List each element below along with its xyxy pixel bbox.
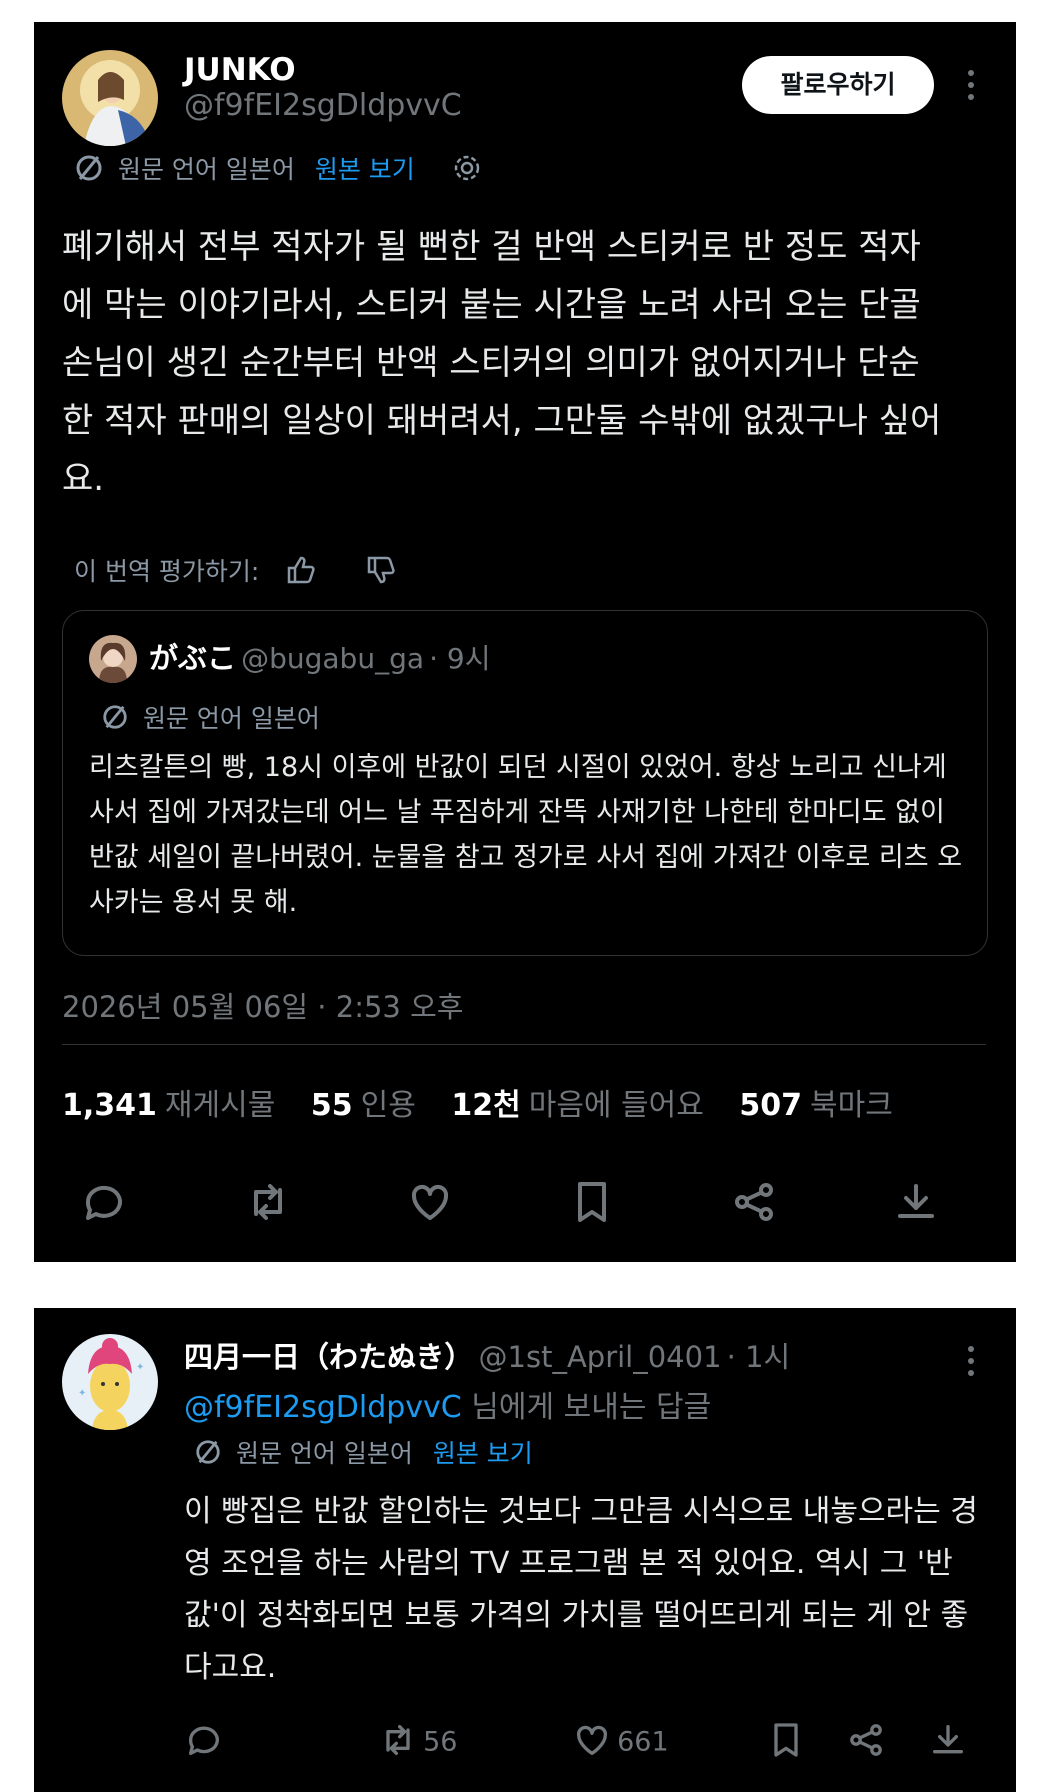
download-icon[interactable] (892, 1178, 940, 1230)
thumbs-down-icon[interactable] (365, 554, 397, 592)
retweet-button[interactable]: 56 (378, 1720, 457, 1764)
view-original-link[interactable]: 원본 보기 (433, 1439, 533, 1468)
divider (62, 1044, 986, 1045)
stat-quotes[interactable]: 55 인용 (311, 1088, 416, 1123)
view-original-link[interactable]: 원본 보기 (315, 155, 415, 184)
stat-reposts[interactable]: 1,341 재게시물 (62, 1088, 275, 1123)
stat-likes[interactable]: 12천 마음에 들어요 (451, 1088, 704, 1123)
main-tweet: JUNKO @f9fEI2sgDldpvvC 팔로우하기 원문 언어 일본어 원… (34, 22, 1016, 1262)
reply-icon[interactable] (184, 1720, 224, 1764)
rate-translation: 이 번역 평가하기: (74, 552, 397, 592)
avatar[interactable] (62, 50, 158, 146)
author-handle[interactable]: @f9fEI2sgDldpvvC (184, 88, 462, 123)
more-options-icon[interactable] (968, 1346, 974, 1382)
author-handle[interactable]: @1st_April_0401 (479, 1340, 722, 1374)
translation-bar: 원문 언어 일본어 원본 보기 (194, 1434, 533, 1472)
replying-to: @f9fEI2sgDldpvvC 님에게 보내는 답글 (184, 1382, 711, 1426)
share-icon[interactable] (846, 1720, 886, 1764)
avatar[interactable]: ✦ ✦ (62, 1334, 158, 1430)
download-icon[interactable] (928, 1720, 968, 1764)
quote-text: 리츠칼튼의 빵, 18시 이후에 반값이 되던 시절이 있었어. 항상 노리고 … (89, 752, 963, 918)
more-options-icon[interactable] (968, 70, 974, 106)
translation-note: 원문 언어 일본어 (235, 1439, 413, 1468)
author-name[interactable]: JUNKO (184, 52, 296, 88)
translation-note: 원문 언어 일본어 (117, 155, 295, 184)
reply-header: 四月一日（わたぬき） @1st_April_0401 · 1시 (184, 1334, 790, 1376)
quoted-tweet[interactable]: がぶこ @bugabu_ga · 9시 원문 언어 일본어 리츠칼튼의 빵, 1… (62, 610, 988, 956)
tweet-timestamp[interactable]: 2026년 05월 06일 · 2:53 오후 (62, 984, 463, 1026)
bookmark-icon[interactable] (568, 1178, 616, 1230)
reply-tweet: ✦ ✦ 四月一日（わたぬき） @1st_April_0401 · 1시 @f9f… (34, 1308, 1016, 1792)
quote-translation-bar: 원문 언어 일본어 (101, 699, 320, 737)
reply-text: 이 빵집은 반값 할인하는 것보다 그만큼 시식으로 내놓으라는 경영 조언을 … (184, 1494, 978, 1685)
translate-icon (74, 153, 104, 189)
retweet-icon[interactable] (244, 1178, 292, 1230)
reply-icon[interactable] (80, 1178, 128, 1230)
follow-button[interactable]: 팔로우하기 (742, 56, 934, 114)
reply-to-handle[interactable]: @f9fEI2sgDldpvvC (184, 1390, 462, 1425)
heart-icon[interactable] (406, 1178, 454, 1230)
reply-time: · 1시 (726, 1340, 791, 1374)
avatar[interactable] (89, 635, 137, 683)
like-button[interactable]: 661 (572, 1720, 669, 1764)
svg-text:✦: ✦ (136, 1362, 144, 1373)
quote-time: · 9시 (429, 642, 491, 675)
translation-bar: 원문 언어 일본어 원본 보기 (74, 150, 483, 190)
tweet-text: 폐기해서 전부 적자가 될 뻔한 걸 반액 스티커로 반 정도 적자에 막는 이… (62, 227, 942, 499)
quote-header: がぶこ @bugabu_ga · 9시 (149, 635, 491, 677)
stat-bookmarks[interactable]: 507 북마크 (739, 1088, 892, 1123)
retweet-count: 56 (423, 1726, 458, 1758)
share-icon[interactable] (730, 1178, 778, 1230)
quote-author-name[interactable]: がぶこ (149, 641, 236, 675)
engagement-stats: 1,341 재게시물 55 인용 12천 마음에 들어요 507 북마크 (62, 1080, 919, 1124)
reply-to-suffix: 님에게 보내는 답글 (471, 1390, 712, 1425)
retweet-icon[interactable] (378, 1720, 418, 1764)
svg-text:✦: ✦ (78, 1388, 86, 1399)
translate-icon (101, 703, 129, 737)
translation-note: 원문 언어 일본어 (142, 704, 320, 733)
translate-icon (194, 1438, 222, 1472)
quote-author-handle[interactable]: @bugabu_ga (241, 642, 424, 675)
bookmark-icon[interactable] (766, 1720, 806, 1764)
gear-icon[interactable] (451, 152, 483, 190)
rate-label: 이 번역 평가하기: (74, 557, 260, 586)
heart-icon[interactable] (572, 1720, 612, 1764)
thumbs-up-icon[interactable] (285, 554, 317, 592)
author-name[interactable]: 四月一日（わたぬき） (184, 1340, 473, 1374)
like-count: 661 (617, 1726, 669, 1758)
